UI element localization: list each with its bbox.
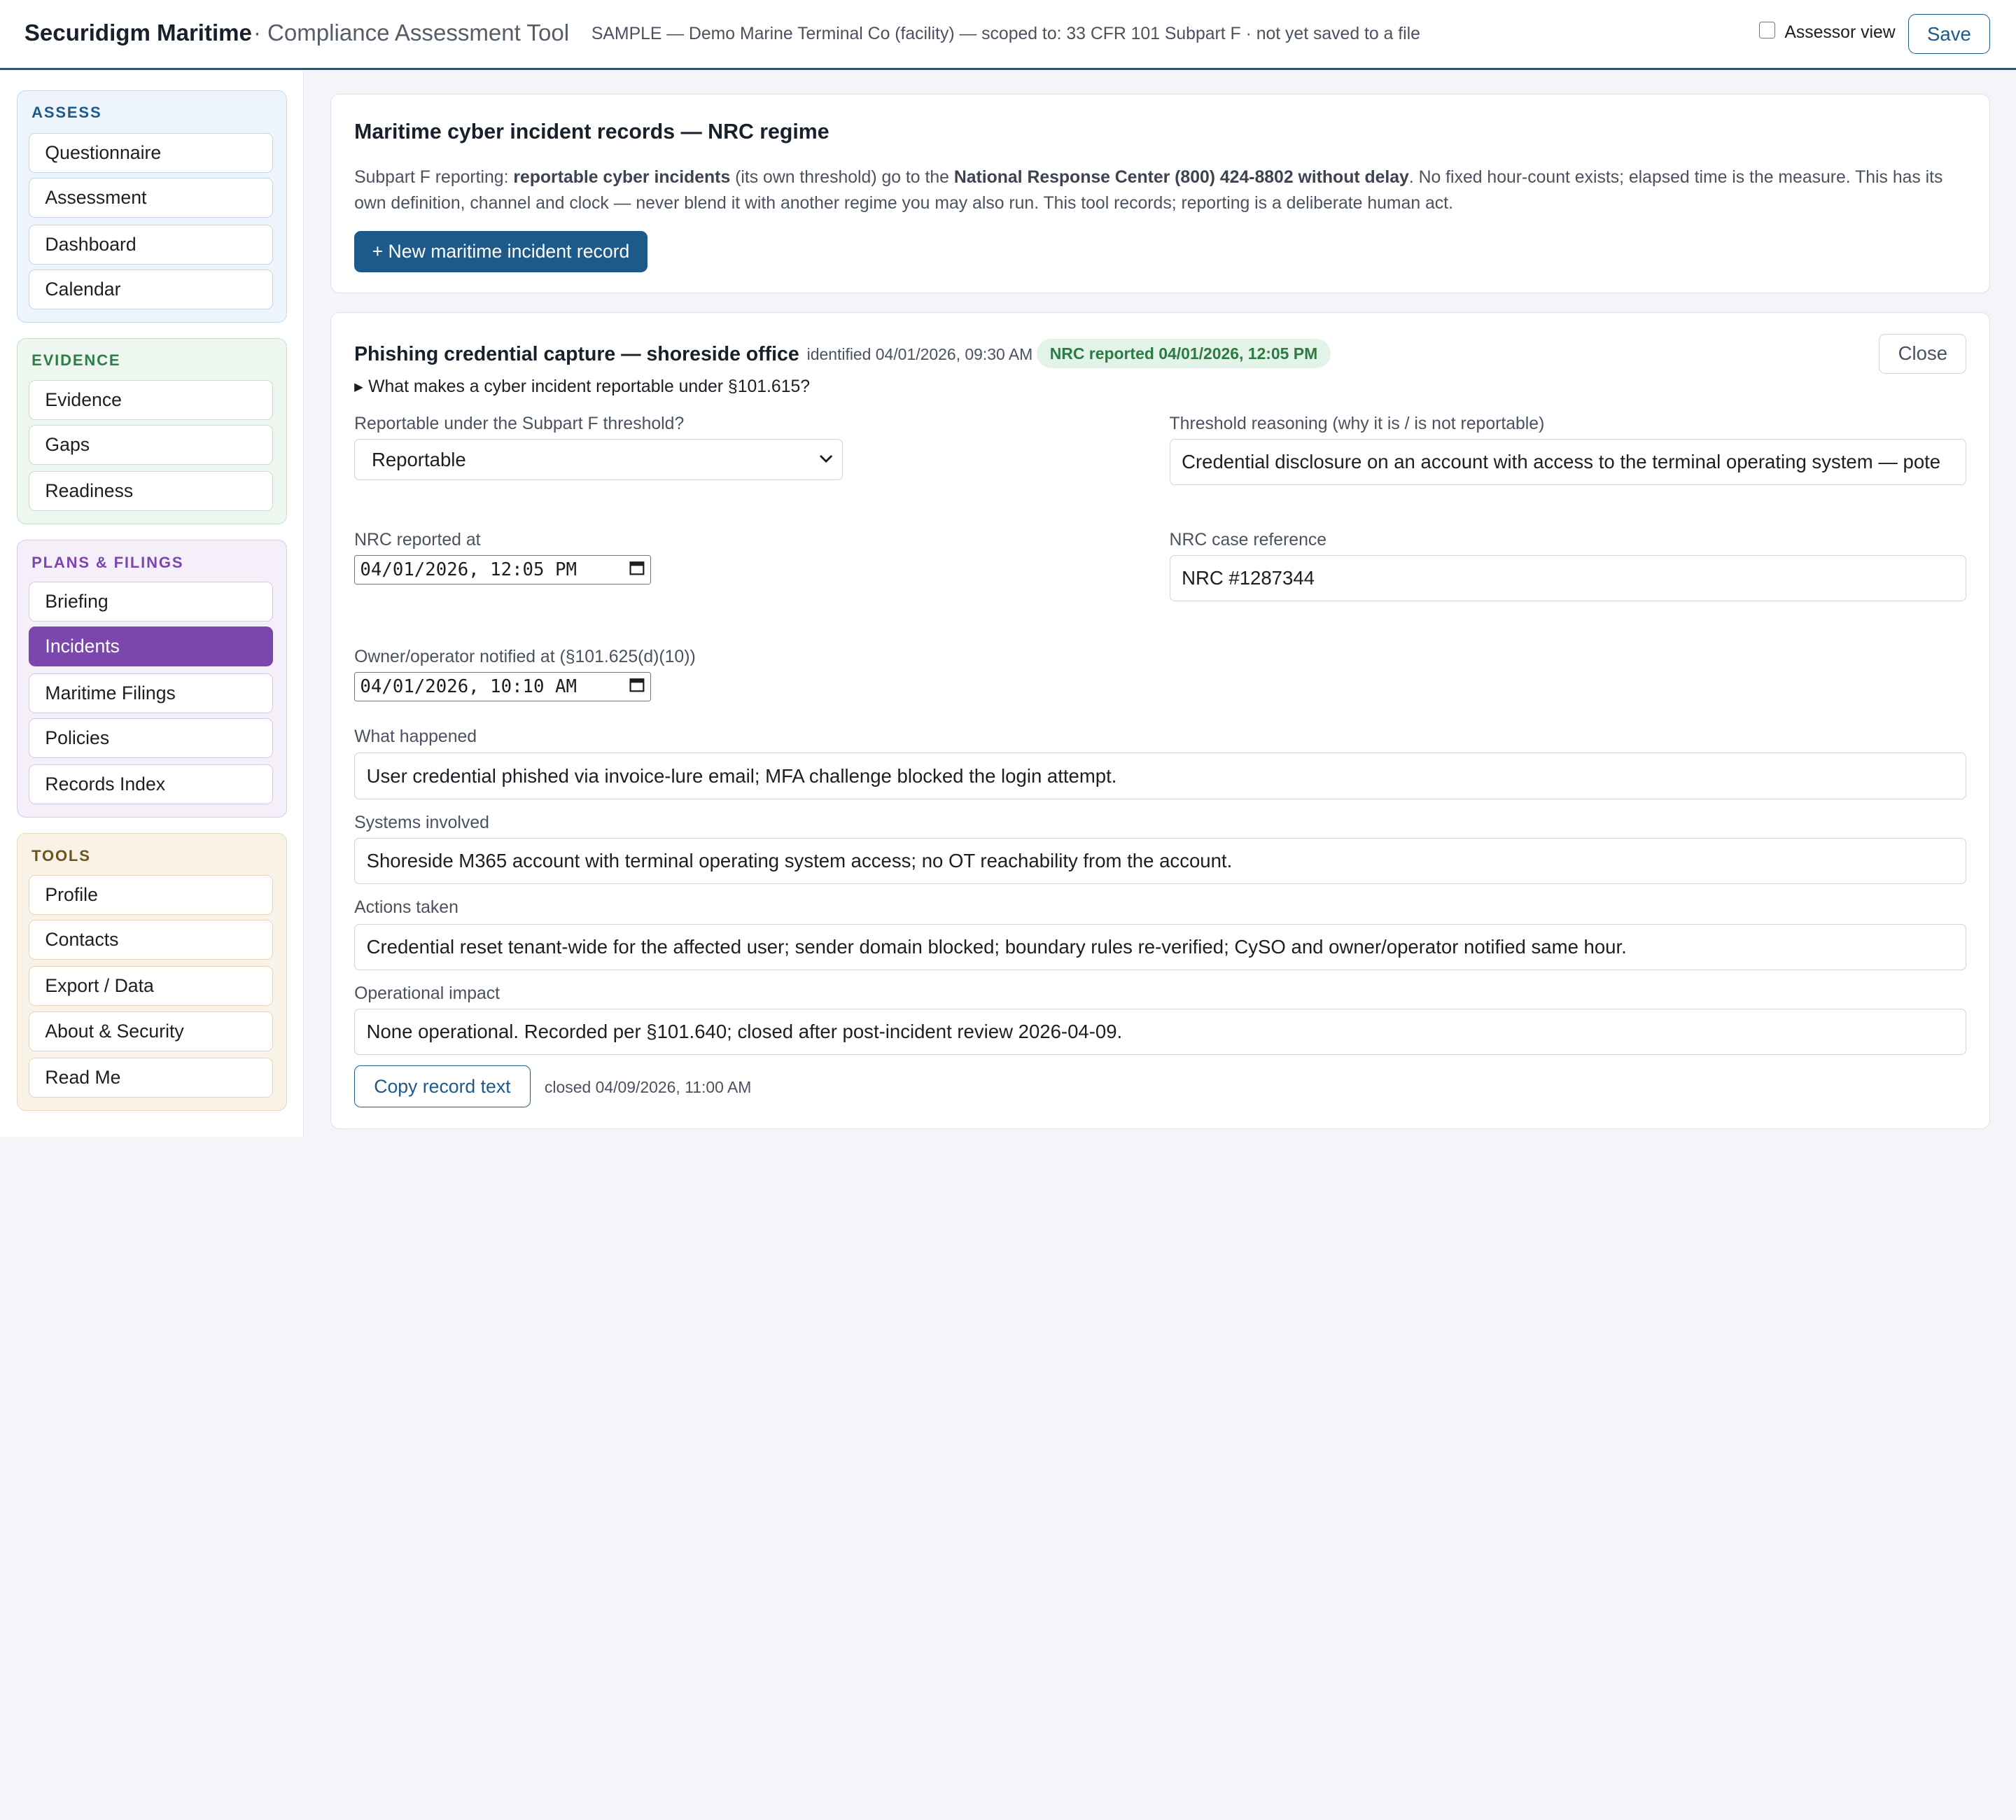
nav-records-index[interactable]: Records Index xyxy=(29,764,274,804)
owner-notified-label: Owner/operator notified at (§101.625(d)(… xyxy=(354,647,696,666)
nav-incidents[interactable]: Incidents xyxy=(29,626,274,667)
new-incident-button[interactable]: + New maritime incident record xyxy=(354,230,648,272)
what-happened-label: What happened xyxy=(354,727,477,746)
chevron-down-icon xyxy=(819,454,833,463)
nav-group-assess: ASSESS Questionnaire Assessment Dashboar… xyxy=(16,90,287,323)
calendar-icon[interactable] xyxy=(629,676,645,693)
nrc-status-badge: NRC reported 04/01/2026, 12:05 PM xyxy=(1037,339,1331,369)
closed-timestamp: closed 04/09/2026, 11:00 AM xyxy=(544,1078,752,1097)
nav-group-title: ASSESS xyxy=(31,103,102,121)
nav-readiness[interactable]: Readiness xyxy=(29,471,274,512)
nav-profile[interactable]: Profile xyxy=(29,874,274,915)
reportable-help-toggle[interactable]: ▶ What makes a cyber incident reportable… xyxy=(354,377,810,397)
brand-subtitle: · Compliance Assessment Tool xyxy=(253,20,570,47)
nav-group-tools: TOOLS Profile Contacts Export / Data Abo… xyxy=(16,833,287,1111)
incident-record-card: Phishing credential capture — shoreside … xyxy=(330,312,1991,1129)
systems-label: Systems involved xyxy=(354,813,489,832)
nrc-reported-label: NRC reported at xyxy=(354,530,481,550)
nav-evidence[interactable]: Evidence xyxy=(29,379,274,420)
scope-status: SAMPLE — Demo Marine Terminal Co (facili… xyxy=(591,24,1420,43)
calendar-icon[interactable] xyxy=(629,559,645,576)
app-header: Securidigm Maritime · Compliance Assessm… xyxy=(0,0,2016,71)
incident-identified: identified 04/01/2026, 09:30 AM xyxy=(806,345,1033,364)
nav-read-me[interactable]: Read Me xyxy=(29,1057,274,1098)
nav-export-data[interactable]: Export / Data xyxy=(29,966,274,1007)
reportable-label: Reportable under the Subpart F threshold… xyxy=(354,414,685,434)
nav-maritime-filings[interactable]: Maritime Filings xyxy=(29,673,274,713)
threshold-reasoning-input[interactable]: Credential disclosure on an account with… xyxy=(1169,439,1967,486)
owner-notified-datetime[interactable]: 04/01/2026, 10:10 AM xyxy=(354,671,652,701)
operational-impact-input[interactable]: None operational. Recorded per §101.640;… xyxy=(354,1008,1967,1056)
nav-gaps[interactable]: Gaps xyxy=(29,425,274,465)
incident-title: Phishing credential capture — shoreside … xyxy=(354,342,799,365)
sidebar: ASSESS Questionnaire Assessment Dashboar… xyxy=(0,71,304,1137)
threshold-label: Threshold reasoning (why it is / is not … xyxy=(1169,414,1545,434)
assessor-view-toggle[interactable]: Assessor view xyxy=(1758,22,1896,43)
assessor-view-label: Assessor view xyxy=(1784,23,1896,43)
copy-record-button[interactable]: Copy record text xyxy=(354,1065,531,1108)
nrc-reported-datetime[interactable]: 04/01/2026, 12:05 PM xyxy=(354,554,652,584)
nrc-reference-label: NRC case reference xyxy=(1169,530,1327,550)
nav-dashboard[interactable]: Dashboard xyxy=(29,224,274,265)
brand-name: Securidigm Maritime xyxy=(24,20,252,47)
nav-assessment[interactable]: Assessment xyxy=(29,178,274,218)
assessor-view-checkbox[interactable] xyxy=(1758,22,1776,39)
reportable-select[interactable]: Reportable xyxy=(354,439,844,481)
section-title: Maritime cyber incident records — NRC re… xyxy=(354,120,830,144)
nav-briefing[interactable]: Briefing xyxy=(29,582,274,622)
nav-calendar[interactable]: Calendar xyxy=(29,269,274,309)
impact-label: Operational impact xyxy=(354,984,500,1004)
intro-card: Maritime cyber incident records — NRC re… xyxy=(330,94,1991,293)
close-button[interactable]: Close xyxy=(1879,333,1967,374)
nav-questionnaire[interactable]: Questionnaire xyxy=(29,133,274,174)
nav-about-security[interactable]: About & Security xyxy=(29,1011,274,1051)
nav-group-title: PLANS & FILINGS xyxy=(31,553,184,571)
nav-contacts[interactable]: Contacts xyxy=(29,920,274,960)
nrc-reference-input[interactable]: NRC #1287344 xyxy=(1169,554,1967,601)
reportable-help-summary: What makes a cyber incident reportable u… xyxy=(368,377,811,397)
nav-group-title: EVIDENCE xyxy=(31,351,121,370)
what-happened-input[interactable]: User credential phished via invoice-lure… xyxy=(354,752,1967,799)
nav-policies[interactable]: Policies xyxy=(29,718,274,758)
disclosure-triangle-icon: ▶ xyxy=(354,380,363,394)
section-description: Subpart F reporting: reportable cyber in… xyxy=(354,168,1943,213)
systems-involved-input[interactable]: Shoreside M365 account with terminal ope… xyxy=(354,837,1967,884)
actions-taken-input[interactable]: Credential reset tenant-wide for the aff… xyxy=(354,923,1967,970)
nav-group-plans: PLANS & FILINGS Briefing Incidents Marit… xyxy=(16,540,287,818)
save-button[interactable]: Save xyxy=(1907,14,1991,55)
actions-label: Actions taken xyxy=(354,898,458,917)
nav-group-evidence: EVIDENCE Evidence Gaps Readiness xyxy=(16,338,287,525)
nav-group-title: TOOLS xyxy=(31,846,91,864)
